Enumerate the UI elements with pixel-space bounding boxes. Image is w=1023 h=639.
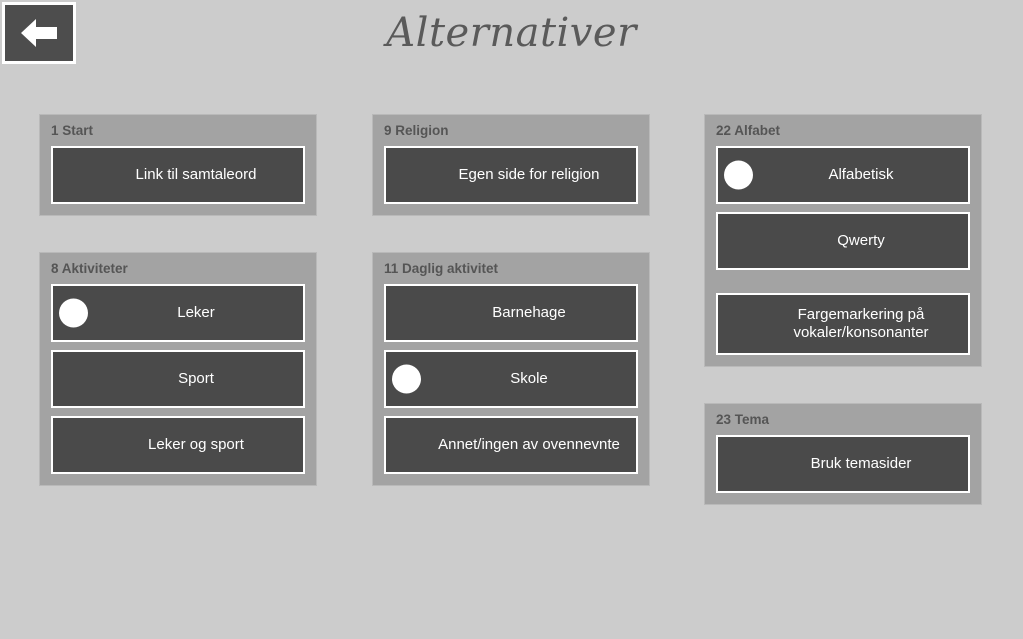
option-label: Fargemarkering på vokaler/konsonanter [793,306,929,341]
option-button[interactable]: Qwerty [716,212,970,270]
option-label: Leker og sport [148,436,244,453]
option-label: Egen side for religion [458,166,600,183]
page-title: Alternativer [386,10,637,56]
option-button[interactable]: Skole [384,350,638,408]
panel-aktiviteter: 8 Aktiviteter Leker Sport Leker og sport [39,252,317,486]
panel-alfabet: 22 Alfabet Alfabetisk Qwerty Fargemarkering… [704,114,982,367]
panel-header: 8 Aktiviteter [51,261,128,276]
panel-header: 9 Religion [384,123,449,138]
radio-selected-icon [724,160,753,190]
option-button[interactable]: Fargemarkering på vokaler/konsonanter [716,293,970,355]
column-left: 1 Start Link til samtaleord 8 Aktiviteter L… [39,114,317,486]
panel-religion: 9 Religion Egen side for religion [372,114,650,216]
option-label: Annet/ingen av ovennevnte [438,436,620,453]
option-label: Sport [178,370,214,387]
option-button[interactable]: Barnehage [384,284,638,342]
column-right: 22 Alfabet Alfabetisk Qwerty Fargemarkering… [704,114,982,505]
option-label: Link til samtaleord [135,166,257,183]
panel-tema: 23 Tema Bruk temasider [704,403,982,505]
option-button[interactable]: Link til samtaleord [51,146,305,204]
option-button[interactable]: Leker og sport [51,416,305,474]
radio-selected-icon [392,364,421,394]
panel-header: 1 Start [51,123,94,138]
option-button[interactable]: Leker [51,284,305,342]
panel-start: 1 Start Link til samtaleord [39,114,317,216]
panel-header: 11 Daglig aktivitet [384,261,499,276]
panel-daglig-aktivitet: 11 Daglig aktivitet Barnehage Skole Annet/i… [372,252,650,486]
option-button[interactable]: Sport [51,350,305,408]
option-label: Qwerty [837,232,885,249]
option-button[interactable]: Egen side for religion [384,146,638,204]
radio-selected-icon [59,298,88,328]
panel-header: 22 Alfabet [716,123,781,138]
option-label: Bruk temasider [810,455,912,472]
option-button[interactable]: Bruk temasider [716,435,970,493]
option-label: Leker [177,304,215,321]
column-middle: 9 Religion Egen side for religion 11 Dagli… [372,114,650,486]
option-button[interactable]: Alfabetisk [716,146,970,204]
option-label: Barnehage [492,304,566,321]
option-button[interactable]: Annet/ingen av ovennevnte [384,416,638,474]
option-label: Skole [510,370,548,387]
option-label: Alfabetisk [828,166,894,183]
panel-header: 23 Tema [716,412,770,427]
